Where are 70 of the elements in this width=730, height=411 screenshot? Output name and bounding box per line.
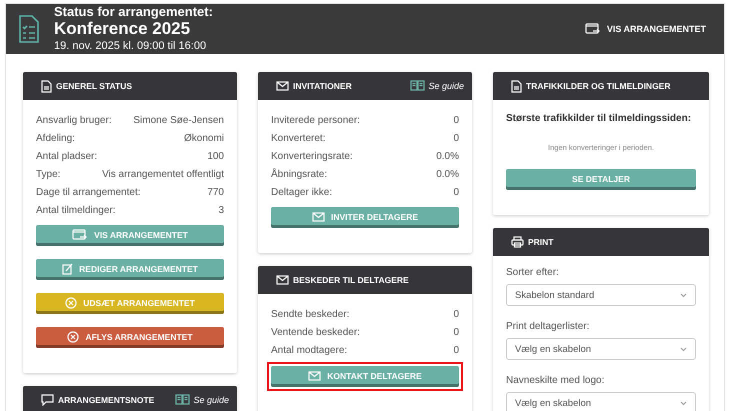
action-button[interactable]: REDIGER ARRANGEMENTET xyxy=(36,259,224,280)
stat-value: 0 xyxy=(453,114,459,126)
stat-value: 0 xyxy=(453,308,459,320)
view-event-button[interactable]: VIS ARRANGEMENTET xyxy=(582,21,708,37)
stat-value: 0 xyxy=(453,344,459,356)
checklist-document-icon xyxy=(18,14,40,44)
stat-value: Vis arrangementet offentligt xyxy=(102,168,224,180)
template-select[interactable]: Skabelon standard xyxy=(506,284,696,306)
stat-value: 0.0% xyxy=(436,168,459,180)
action-button[interactable]: AFLYS ARRANGEMENTET xyxy=(36,327,224,348)
event-date: 19. nov. 2025 kl. 09:00 til 16:00 xyxy=(54,39,208,53)
cancel-icon xyxy=(65,296,78,308)
action-button[interactable]: KONTAKT DELTAGERE xyxy=(271,366,459,387)
document-icon xyxy=(41,80,52,92)
stat-label: Antal tilmeldinger: xyxy=(36,204,116,216)
section-heading: Største trafikkilder til tilmeldingssiden: xyxy=(506,113,692,124)
printer-icon xyxy=(511,236,524,248)
stat-value: 100 xyxy=(207,150,224,162)
stat-value: 0 xyxy=(453,326,459,338)
chevron-down-icon xyxy=(680,400,687,406)
stat-label: Konverteringsrate: xyxy=(271,150,353,162)
stat-label: Afdeling: xyxy=(36,132,75,144)
stat-label: Ansvarlig bruger: xyxy=(36,114,112,126)
stat-label: Antal modtagere: xyxy=(271,344,348,356)
field-label: Sorter efter: xyxy=(506,267,560,279)
stat-label: Ventende beskeder: xyxy=(271,326,360,338)
panel-title: BESKEDER TIL DELTAGERE xyxy=(293,275,410,285)
event-title: Konference 2025 xyxy=(54,19,192,39)
panel-title: TRAFIKKILDER OG TILMELDINGER xyxy=(526,81,672,91)
envelope-icon xyxy=(312,212,325,222)
stat-value: 0.0% xyxy=(436,150,459,162)
document-icon xyxy=(511,80,522,92)
page-subtitle: Status for arrangementet: xyxy=(54,5,214,19)
action-button[interactable]: INVITER DELTAGERE xyxy=(271,207,459,228)
envelope-icon xyxy=(308,370,322,380)
panel-title: INVITATIONER xyxy=(293,81,353,91)
action-button[interactable]: SE DETALJER xyxy=(506,169,696,190)
field-label: Print deltagerlister: xyxy=(506,321,590,333)
stat-label: Dage til arrangementet: xyxy=(36,186,141,198)
stat-value: 770 xyxy=(207,186,224,198)
stat-value: Økonomi xyxy=(184,132,224,144)
stat-value: 0 xyxy=(453,186,459,198)
panel-title: GENEREL STATUS xyxy=(56,81,134,91)
stat-label: Åbningsrate: xyxy=(271,168,328,180)
stat-value: 3 xyxy=(218,204,224,216)
stat-label: Inviterede personer: xyxy=(271,114,360,126)
panel-title: PRINT xyxy=(528,237,554,247)
stat-value: 0 xyxy=(453,132,459,144)
edit-icon xyxy=(62,262,74,274)
book-icon xyxy=(410,80,426,92)
speech-bubble-icon xyxy=(41,394,54,406)
stat-value: Simone Søe-Jensen xyxy=(133,114,224,126)
stat-label: Type: xyxy=(36,168,60,180)
template-select[interactable]: Vælg en skabelon xyxy=(506,392,696,411)
stat-label: Antal pladser: xyxy=(36,150,98,162)
chevron-down-icon xyxy=(680,292,687,298)
panel-title: ARRANGEMENTSNOTE xyxy=(58,395,156,405)
template-select[interactable]: Vælg en skabelon xyxy=(506,338,696,360)
action-button[interactable]: VIS ARRANGEMENTET xyxy=(36,225,224,246)
stat-label: Konverteret: xyxy=(271,132,326,144)
chevron-down-icon xyxy=(680,346,687,352)
envelope-icon xyxy=(276,81,289,91)
envelope-icon xyxy=(276,275,289,285)
stat-label: Deltager ikke: xyxy=(271,186,332,198)
guide-link[interactable]: Se guide xyxy=(175,394,229,406)
stat-label: Sendte beskeder: xyxy=(271,308,350,320)
guide-link[interactable]: Se guide xyxy=(410,80,464,92)
cancel-icon xyxy=(67,330,80,342)
book-icon xyxy=(175,394,190,406)
field-label: Navneskilte med logo: xyxy=(506,375,606,387)
